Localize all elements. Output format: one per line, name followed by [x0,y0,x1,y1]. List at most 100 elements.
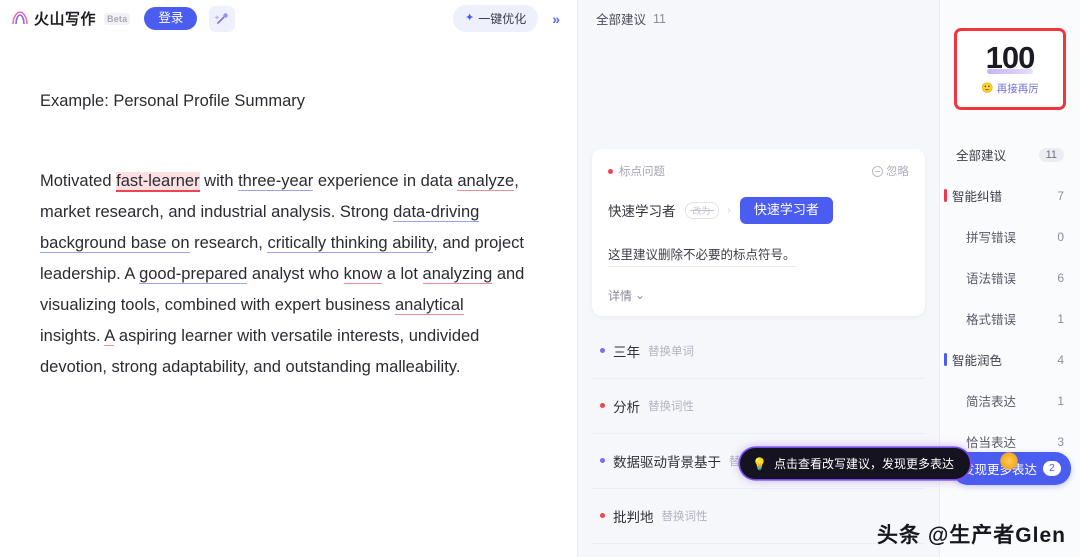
filter-count: 11 [1038,147,1064,162]
filter-row-4[interactable]: 格式错误 1 [940,298,1080,339]
score-card: 100 🙂 再接再厉 [954,28,1066,110]
filter-label-wrap: 拼写错误 [952,227,1016,246]
suggestion-underline-11: good-prepared [139,264,248,284]
filter-row-3[interactable]: 语法错误 6 [940,257,1080,298]
filter-row-1[interactable]: 智能纠错 7 [940,175,1080,216]
filter-label-wrap: 简洁表达 [952,391,1016,410]
filter-list: 全部建议 11 智能纠错 7 拼写错误 0 语法错误 6 格式错误 1 智能润色 4 简洁表达 1 恰当表达… [940,134,1080,462]
filter-label-wrap: 智能纠错 [952,186,1002,205]
list-item-word: 三年 [613,344,640,360]
list-item-action: 替换单词 [648,345,694,358]
app-root: 火山写作 Beta 登录 ✦ 一键优化 » Example: Personal … [0,0,1080,557]
filter-label: 拼写错误 [966,231,1017,245]
lightbulb-icon: 💡 [752,456,767,471]
magic-wand-icon[interactable] [209,5,236,32]
tooltip-text: 点击查看改写建议，发现更多表达 [773,457,954,471]
suggestion-list-item[interactable]: 批判地 替换词性 [592,489,925,544]
list-item-action: 替换词性 [648,400,694,413]
error-underline-5: analyze [457,171,515,191]
filter-label-wrap: 格式错误 [952,309,1016,328]
filter-count: 1 [1057,393,1064,408]
error-underline-19: A [104,326,115,346]
filter-row-6[interactable]: 简洁表达 1 [940,380,1080,421]
card-category: 标点问题 [608,163,665,179]
apply-replacement-button[interactable]: 快速学习者 [739,197,833,224]
arrow-right-icon: › [727,204,731,216]
document-editor[interactable]: Example: Personal Profile Summary Motiva… [0,37,577,557]
discover-more-expressions-button[interactable]: 发现更多表达 2 [952,452,1071,485]
suggestions-header: 全部建议 11 [578,0,939,37]
suggestion-underline-3: three-year [238,171,314,191]
watermark: 头条 @生产者Glen [877,524,1066,547]
login-button[interactable]: 登录 [144,7,198,30]
filter-count: 6 [1057,270,1064,285]
chevron-down-icon: ⌄ [635,288,646,303]
ignore-button[interactable]: 忽略 [872,163,909,179]
hint-tooltip: 💡 点击查看改写建议，发现更多表达 [740,448,970,479]
document-title: Example: Personal Profile Summary [40,92,306,110]
filter-label: 全部建议 [956,149,1007,163]
filter-count: 3 [1057,434,1064,449]
document-text-8: research, [189,233,268,252]
score-caption: 再接再厉 [996,83,1039,95]
filter-label: 简洁表达 [966,395,1017,409]
score-value: 100 [985,40,1036,75]
suggestion-list-item[interactable]: 三年 替换单词 [592,324,925,379]
document-text-4: experience in data [313,171,458,190]
filter-count: 0 [1057,229,1064,244]
error-underline-17: analytical [394,295,464,315]
list-item-word: 批判地 [613,509,654,525]
filter-count: 4 [1057,352,1064,367]
document-text-0: Motivated [40,171,117,190]
suggestion-underline-9: critically thinking ability [267,233,434,253]
card-description: 这里建议删除不必要的标点符号。 [608,244,796,267]
filter-row-2[interactable]: 拼写错误 0 [940,216,1080,257]
sparkle-icon: ✦ [464,12,475,24]
error-underline-13: know [343,264,383,284]
collapse-panel-icon[interactable]: » [546,9,565,29]
suggestions-scroll-area[interactable]: 标点问题 忽略 快速学习者 改为 › 快速学习者 这里建议删除不必要的标点符号。… [578,37,939,557]
filter-accent-bar [944,353,947,366]
filter-count: 7 [1057,188,1064,203]
card-header-row: 标点问题 忽略 [608,163,909,179]
score-caption-row: 🙂 再接再厉 [981,81,1038,96]
original-word: 快速学习者 [608,204,676,220]
filter-accent-bar [944,189,947,202]
document-text-18: insights. [40,326,105,345]
circle-minus-icon [872,165,883,177]
smiley-icon: 🙂 [981,83,994,94]
removed-punctuation-pill: 改为 [684,201,719,219]
filter-row-0[interactable]: 全部建议 11 [940,134,1080,175]
filter-row-5[interactable]: 智能润色 4 [940,339,1080,380]
list-item-dot-icon [600,403,605,409]
filter-label: 智能纠错 [952,190,1003,204]
document-text-2: with [199,171,239,190]
suggestion-list: 三年替换单词分析替换词性数据驱动背景基于替换词组批判地替换词性 [592,324,925,544]
editor-column: 火山写作 Beta 登录 ✦ 一键优化 » Example: Personal … [0,0,578,557]
card-details-toggle[interactable]: 详情 ⌄ [608,287,909,304]
filter-label-wrap: 智能润色 [952,350,1002,369]
error-underline-15: analyzing [422,264,493,284]
filter-count: 1 [1057,311,1064,326]
document-paragraph: Motivated fast-learner with three-year e… [40,166,527,383]
list-item-word: 数据驱动背景基于 [613,454,721,470]
top-toolbar: 火山写作 Beta 登录 ✦ 一键优化 » [0,0,577,37]
ignore-label: 忽略 [886,166,909,178]
filter-label: 语法错误 [966,272,1017,286]
list-item-dot-icon [600,513,605,519]
card-replacement-row: 快速学习者 改为 › 快速学习者 [608,197,909,224]
volcano-logo-icon [10,9,30,29]
optimize-label: 一键优化 [478,12,527,26]
filter-label: 智能润色 [952,354,1003,368]
list-item-dot-icon [600,458,605,464]
app-title: 火山写作 [34,11,97,28]
one-click-optimize-button[interactable]: ✦ 一键优化 [452,5,539,32]
list-item-word: 分析 [613,399,640,415]
app-logo[interactable]: 火山写作 [10,8,96,29]
beta-badge: Beta [104,12,131,25]
suggestion-list-item[interactable]: 分析 替换词性 [592,379,925,434]
filter-label-wrap: 全部建议 [956,145,1006,164]
filter-label-wrap: 语法错误 [952,268,1016,287]
suggestion-card[interactable]: 标点问题 忽略 快速学习者 改为 › 快速学习者 这里建议删除不必要的标点符号。… [592,149,925,316]
document-text-12: analyst who [247,264,344,283]
